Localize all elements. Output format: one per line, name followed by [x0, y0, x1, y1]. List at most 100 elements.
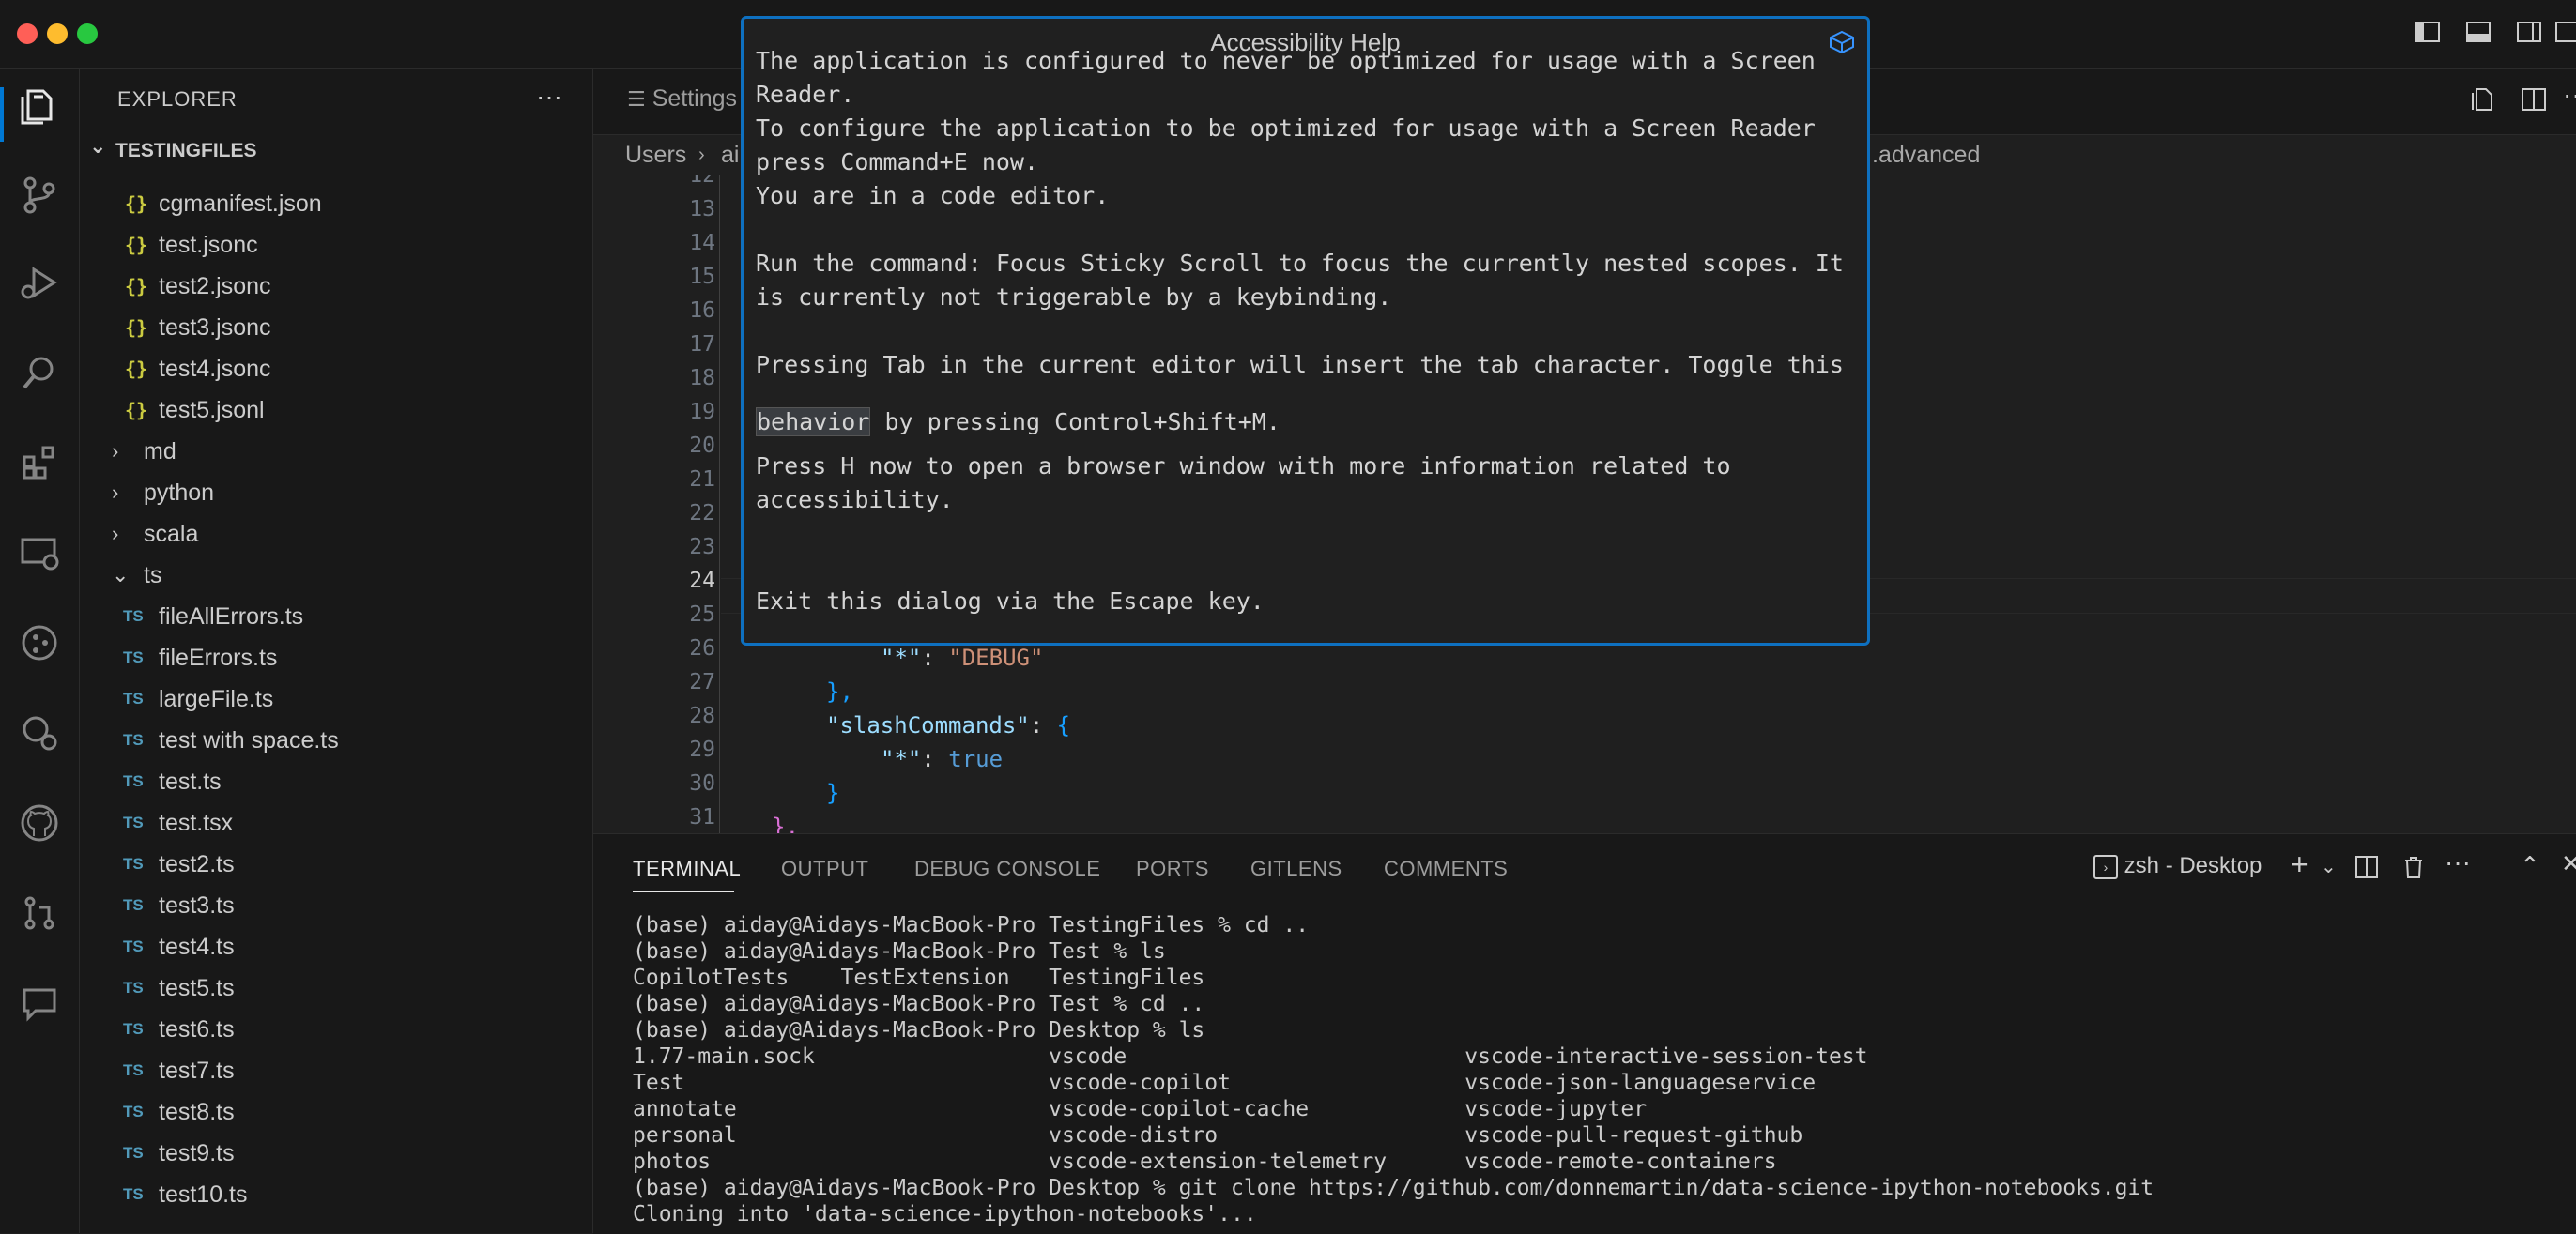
open-in-editor-icon[interactable] — [1828, 30, 1856, 58]
chat-icon[interactable] — [13, 983, 66, 1035]
terminal-selector[interactable]: › zsh - Desktop — [2093, 853, 2262, 879]
panel-more-actions-icon[interactable]: ··· — [2445, 847, 2471, 877]
bracket-close: }, — [826, 678, 853, 705]
ts-icon: TS — [123, 731, 144, 749]
dialog-line: Pressing Tab in the current editor will … — [756, 351, 1844, 378]
file-tree-item[interactable]: › scala — [80, 513, 592, 555]
ts-icon: TS — [123, 1144, 144, 1162]
close-panel-icon[interactable]: ✕ — [2561, 849, 2576, 878]
file-tree-label: test.tsx — [159, 810, 234, 836]
file-tree-item[interactable]: {} test2.jsonc — [80, 266, 592, 307]
file-tree-item[interactable]: ⌄ ts — [80, 555, 592, 596]
github-icon[interactable] — [13, 802, 66, 855]
dialog-line: Reader. — [756, 81, 855, 108]
ts-icon: TS — [123, 814, 144, 831]
activity-bar — [0, 69, 80, 1233]
line-number: 19 — [689, 400, 715, 424]
file-tree-item[interactable]: TS test9.ts — [80, 1133, 592, 1174]
file-tree-item[interactable]: TS test.ts — [80, 761, 592, 802]
terminal-dropdown-icon[interactable]: ⌄ — [2321, 855, 2337, 878]
code-line-29: "*": true — [881, 746, 1004, 772]
search-icon[interactable] — [13, 352, 66, 404]
dialog-line: To configure the application to be optim… — [756, 114, 1816, 142]
terminal-icon: › — [2093, 854, 2118, 879]
json-value: "DEBUG" — [948, 645, 1044, 671]
terminal-name: zsh - Desktop — [2124, 853, 2262, 878]
customize-layout-icon[interactable] — [2555, 21, 2576, 47]
file-tree-item[interactable]: {} cgmanifest.json — [80, 183, 592, 224]
panel-tab-ports[interactable]: PORTS — [1136, 857, 1209, 881]
explorer-icon[interactable] — [13, 85, 66, 138]
chevron-right-icon: › — [112, 522, 119, 545]
file-tree-item[interactable]: TS fileAllErrors.ts — [80, 596, 592, 637]
highlighted-word: behavior — [756, 407, 871, 436]
ts-icon: TS — [123, 607, 144, 625]
breadcrumb-users[interactable]: Users — [625, 135, 686, 175]
panel-tab-comments[interactable]: COMMENTS — [1384, 857, 1508, 881]
file-tree-item[interactable]: TS test10.ts — [80, 1174, 592, 1215]
line-number: 27 — [689, 670, 715, 694]
panel-tab-terminal[interactable]: TERMINAL — [633, 857, 741, 881]
toggle-panel-icon[interactable] — [2465, 21, 2492, 47]
file-tree-label: test2.jsonc — [159, 273, 271, 299]
line-number: 22 — [689, 501, 715, 526]
breadcrumb-last[interactable]: .advanced — [1872, 135, 1980, 175]
more-actions-icon[interactable]: ··· — [536, 82, 562, 112]
workspace-section-header[interactable]: ⌄ TESTINGFILES — [80, 134, 592, 172]
extensions-icon[interactable] — [13, 442, 66, 495]
line-number: 30 — [689, 771, 715, 796]
code-line-27: }, — [826, 678, 853, 705]
file-tree-item[interactable]: TS test4.ts — [80, 926, 592, 967]
ts-icon: TS — [123, 855, 144, 873]
json-icon: {} — [125, 234, 148, 256]
maximize-window-button[interactable] — [77, 23, 98, 44]
file-tree-item[interactable]: TS test6.ts — [80, 1009, 592, 1050]
file-tree-item[interactable]: TS largeFile.ts — [80, 678, 592, 720]
file-tree-label: test9.ts — [159, 1140, 235, 1166]
file-tree-item[interactable]: {} test5.jsonl — [80, 389, 592, 431]
file-tree-item[interactable]: TS test5.ts — [80, 967, 592, 1009]
file-tree-item[interactable]: › md — [80, 431, 592, 472]
json-key: "*" — [881, 746, 922, 772]
file-tree-item[interactable]: {} test3.jsonc — [80, 307, 592, 348]
kill-terminal-icon[interactable] — [2401, 855, 2426, 884]
git-graph-icon[interactable] — [13, 622, 66, 675]
remote-explorer-icon[interactable] — [13, 532, 66, 585]
maximize-panel-icon[interactable]: ⌃ — [2520, 851, 2540, 880]
panel-tab-output[interactable]: OUTPUT — [781, 857, 868, 881]
file-tree-label: fileErrors.ts — [159, 645, 278, 671]
source-control-icon[interactable] — [13, 174, 66, 226]
split-editor-icon[interactable] — [2520, 85, 2548, 118]
toggle-secondary-sidebar-icon[interactable] — [2516, 21, 2542, 47]
file-tree-item[interactable]: TS test3.ts — [80, 885, 592, 926]
split-terminal-icon[interactable] — [2354, 855, 2379, 884]
open-file-icon[interactable] — [2469, 85, 2497, 120]
file-tree-item[interactable]: {} test.jsonc — [80, 224, 592, 266]
timeline-icon[interactable] — [13, 712, 66, 765]
file-tree-item[interactable]: TS test8.ts — [80, 1091, 592, 1133]
dialog-line: Press H now to open a browser window wit… — [756, 452, 1731, 480]
chevron-down-icon: ⌄ — [112, 563, 130, 587]
panel-tab-debug-console[interactable]: DEBUG CONSOLE — [914, 857, 1100, 881]
close-window-button[interactable] — [17, 23, 38, 44]
file-tree-item[interactable]: › python — [80, 472, 592, 513]
pull-requests-icon[interactable] — [13, 892, 66, 945]
terminal-line: 1.77-main.sock vscode vscode-interactive… — [633, 1044, 1868, 1069]
toggle-primary-sidebar-icon[interactable] — [2415, 21, 2441, 47]
ts-icon: TS — [123, 896, 144, 914]
tab-settings[interactable]: ☰ Settings — [627, 85, 737, 113]
file-tree-item[interactable]: TS test with space.ts — [80, 720, 592, 761]
new-terminal-icon[interactable]: + — [2291, 847, 2308, 882]
file-tree-item[interactable]: TS fileErrors.ts — [80, 637, 592, 678]
terminal-line: (base) aiday@Aidays-MacBook-Pro TestingF… — [633, 913, 1310, 937]
run-debug-icon[interactable] — [13, 262, 66, 314]
file-tree-item[interactable]: TS test7.ts — [80, 1050, 592, 1091]
minimize-window-button[interactable] — [47, 23, 68, 44]
terminal-line: photos vscode-extension-telemetry vscode… — [633, 1150, 1777, 1174]
file-tree-item[interactable]: TS test.tsx — [80, 802, 592, 844]
file-tree-item[interactable]: {} test4.jsonc — [80, 348, 592, 389]
file-tree-item[interactable]: TS test2.ts — [80, 844, 592, 885]
panel-tab-gitlens[interactable]: GITLENS — [1250, 857, 1342, 881]
breadcrumb-partial[interactable]: ai — [721, 135, 739, 175]
editor-more-actions-icon[interactable]: ··· — [2563, 80, 2576, 110]
